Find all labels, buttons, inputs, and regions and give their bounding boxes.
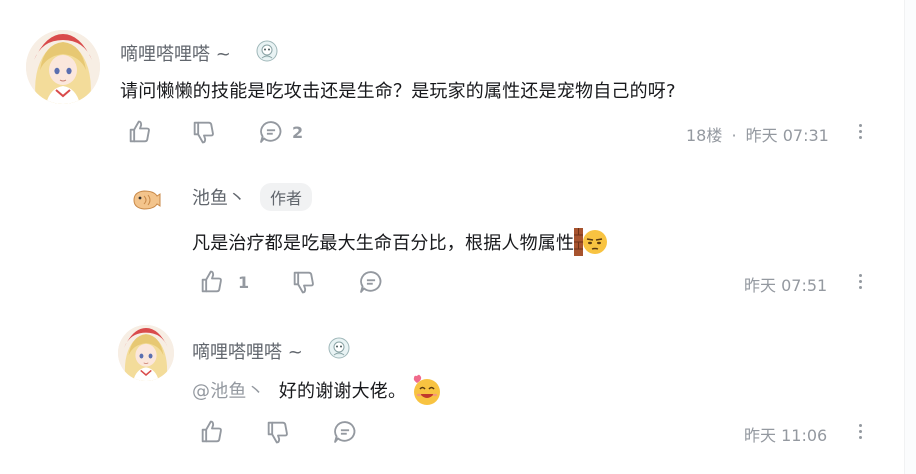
thumbs-down-icon <box>264 418 292 446</box>
reply-text: 好的谢谢大佬。 <box>278 381 407 402</box>
reply-content: 凡是治疗都是吃最大生命百分比，根据人物属性 <box>192 226 608 258</box>
avatar[interactable] <box>130 186 162 214</box>
happy-heart-emoji-icon <box>410 374 444 406</box>
reply-content: @池鱼丶 好的谢谢大佬。 <box>192 374 444 406</box>
thumbs-up-icon <box>126 118 154 146</box>
dislike-button[interactable] <box>190 118 218 146</box>
scroll-track[interactable] <box>904 0 916 474</box>
dislike-button[interactable] <box>264 418 292 446</box>
more-vertical-icon[interactable] <box>850 271 870 291</box>
reply-button[interactable] <box>330 418 360 446</box>
wall-peek-emoji-icon <box>574 226 608 258</box>
user-badge-icon <box>328 337 350 359</box>
thumbs-down-icon <box>190 118 218 146</box>
mention-link[interactable]: @池鱼丶 <box>192 377 265 403</box>
comment-meta: 18楼 · 昨天 07:31 <box>686 122 829 146</box>
comment-icon <box>256 118 286 146</box>
dislike-button[interactable] <box>290 268 318 296</box>
reply-text: 凡是治疗都是吃最大生命百分比，根据人物属性 <box>192 233 575 254</box>
avatar[interactable] <box>118 325 174 381</box>
thumbs-up-icon <box>198 418 226 446</box>
like-button[interactable] <box>198 418 226 446</box>
reply-button[interactable] <box>356 268 386 296</box>
thumbs-down-icon <box>290 268 318 296</box>
comment-time: 昨天 07:31 <box>745 126 829 145</box>
avatar[interactable] <box>26 30 100 104</box>
user-badge-icon <box>256 40 278 62</box>
floor-number: 18楼 <box>686 126 723 145</box>
reply-time: 昨天 11:06 <box>744 426 828 445</box>
reply-username[interactable]: 嘀哩嗒哩嗒 ~ <box>192 338 303 364</box>
reply-count: 2 <box>292 122 304 142</box>
comment-content: 请问懒懒的技能是吃攻击还是生命？是玩家的属性还是宠物自己的呀? <box>120 81 676 102</box>
like-count: 1 <box>238 272 250 292</box>
reply-button[interactable]: 2 <box>256 118 303 146</box>
reply-username[interactable]: 池鱼丶 <box>192 184 246 210</box>
thumbs-up-icon <box>198 268 226 296</box>
reply-time: 昨天 07:51 <box>744 276 828 295</box>
meta-separator: · <box>731 126 737 145</box>
like-button[interactable] <box>126 118 154 146</box>
author-tag: 作者 <box>260 183 313 211</box>
comment-icon <box>330 418 360 446</box>
comment-icon <box>356 268 386 296</box>
like-button[interactable]: 1 <box>198 268 249 296</box>
more-vertical-icon[interactable] <box>850 421 870 441</box>
comment-username[interactable]: 嘀哩嗒哩嗒 ~ <box>120 40 231 66</box>
more-vertical-icon[interactable] <box>850 121 870 141</box>
